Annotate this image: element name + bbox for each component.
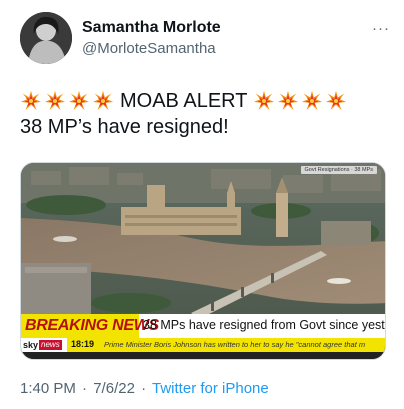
author-display-name[interactable]: Samantha Morlote (82, 18, 221, 38)
collision-icon (20, 90, 42, 111)
tweet-header: Samantha Morlote @MorloteSamantha ··· (20, 12, 390, 66)
collision-icon (278, 90, 299, 111)
tweet-date[interactable]: 7/6/22 (93, 380, 135, 397)
broadcast-clock: 18:19 (71, 339, 95, 349)
breaking-news-label: BREAKING NEWS (21, 314, 159, 338)
collision-icon (302, 90, 323, 111)
ticker-text: Prime Minister Boris Johnson has written… (104, 340, 366, 349)
breaking-news-banner: BREAKING NEWS 38 MPs have resigned from … (21, 314, 385, 338)
breaking-news-headline: 38 MPs have resigned from Govt since yes… (143, 318, 385, 332)
collision-icon (92, 90, 114, 111)
sky-news-logo: sky news (21, 338, 67, 352)
more-options-icon[interactable]: ··· (372, 20, 390, 37)
tweet-metadata: 1:40 PM · 7/6/22 · Twitter for iPhone (20, 380, 269, 397)
tweet-text: MOAB ALERT 38 MP’s have resigned! (20, 88, 390, 140)
collision-icon (254, 90, 275, 111)
tweet-alert-text: MOAB ALERT (120, 90, 248, 112)
media-bottom-strip (21, 352, 385, 359)
collision-icon (44, 90, 66, 111)
avatar[interactable] (20, 12, 72, 64)
channel-brand: sky (23, 340, 39, 350)
author-info: Samantha Morlote @MorloteSamantha (82, 18, 221, 59)
resignations-tag: Govt Resignations · 38 MPs (300, 166, 377, 174)
news-ticker: sky news 18:19 Prime Minister Boris John… (21, 338, 385, 352)
tweet-media-image[interactable]: Govt Resignations · 38 MPs BREAKING NEWS… (20, 162, 386, 360)
tweet-source-link[interactable]: Twitter for iPhone (152, 380, 269, 397)
author-handle[interactable]: @MorloteSamantha (82, 39, 221, 59)
tweet-alert-line: MOAB ALERT (20, 88, 390, 114)
collision-icon (326, 90, 347, 111)
collision-icon (68, 90, 90, 111)
channel-news: news (39, 340, 62, 350)
separator: · (82, 380, 88, 397)
separator: · (141, 380, 147, 397)
tweet-body-line: 38 MP’s have resigned! (20, 116, 229, 138)
tweet-time[interactable]: 1:40 PM (20, 380, 76, 397)
